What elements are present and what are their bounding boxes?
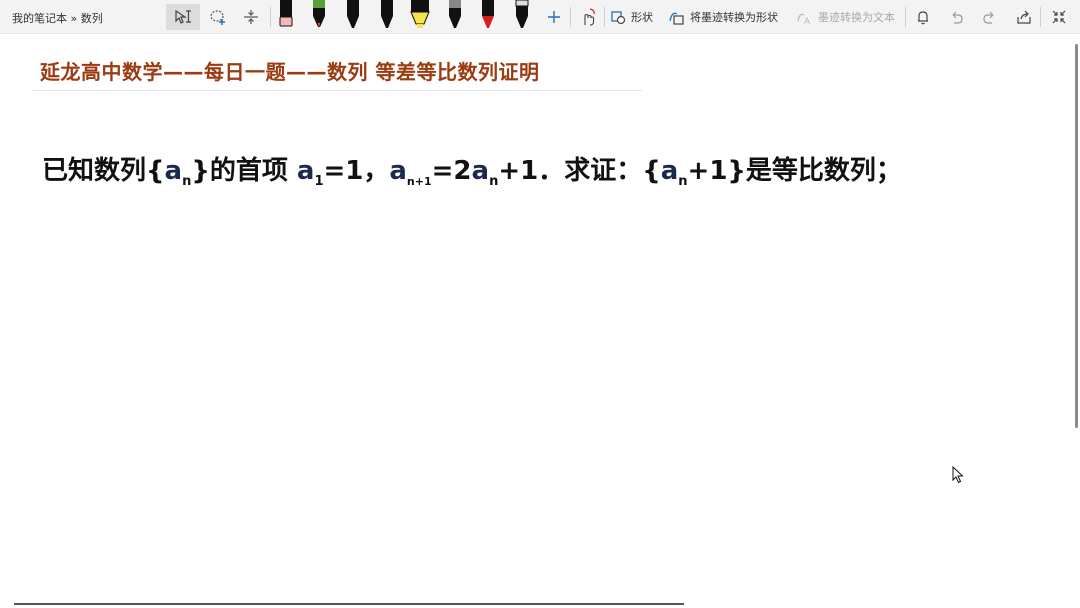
- ribbon-toolbar: 我的笔记本 » 数列 形状 将墨迹转换为形状 A 墨迹转换为文本: [0, 0, 1080, 34]
- add-pen-button[interactable]: [542, 4, 566, 30]
- problem-text: +1}是等比数列；: [687, 156, 902, 186]
- page-bottom-divider: [14, 603, 684, 605]
- touch-draw-button[interactable]: [575, 4, 601, 30]
- problem-text: }的首项: [191, 156, 297, 186]
- problem-text: +1．求证：{: [498, 156, 661, 186]
- pen-icon: [279, 0, 293, 27]
- bell-icon: [918, 11, 928, 25]
- shapes-icon: [611, 11, 626, 25]
- ink-to-text-button[interactable]: A 墨迹转换为文本: [796, 4, 900, 30]
- collapse-fullscreen-button[interactable]: [1046, 4, 1072, 30]
- lasso-icon: [210, 10, 225, 25]
- pen-icon: [347, 0, 359, 28]
- redo-icon: [983, 11, 994, 24]
- exit-fullscreen-icon: [1052, 10, 1066, 24]
- pen-black-2-button[interactable]: [342, 0, 364, 30]
- math-var: a: [296, 156, 315, 186]
- pen-icon: [515, 0, 529, 28]
- undo-button[interactable]: [944, 4, 968, 30]
- toolbar-separator: [270, 7, 271, 27]
- math-var: a: [471, 156, 490, 186]
- hand-touch-icon: [584, 8, 595, 26]
- math-var: a: [389, 156, 407, 186]
- problem-text: =1，: [323, 156, 390, 186]
- mouse-cursor-icon: [952, 465, 964, 488]
- redo-button[interactable]: [978, 4, 1002, 30]
- problem-text: 已知数列{: [42, 156, 165, 186]
- pen-icon: [381, 0, 393, 28]
- svg-text:A: A: [804, 16, 810, 26]
- problem-statement[interactable]: 已知数列{an}的首项 a1=1，an+1=2an+1．求证：{an+1}是等比…: [42, 150, 902, 189]
- vertical-scrollbar[interactable]: [1075, 44, 1078, 428]
- pen-pattern-button[interactable]: [511, 0, 533, 30]
- plus-icon: [548, 11, 560, 23]
- math-var: a: [660, 156, 679, 186]
- toolbar-separator: [1040, 7, 1041, 27]
- ink-to-text-label: 墨迹转换为文本: [818, 11, 895, 24]
- add-space-button[interactable]: [238, 4, 264, 30]
- notifications-button[interactable]: [911, 4, 935, 30]
- toolbar-separator: [604, 7, 605, 27]
- math-var: a: [164, 156, 183, 186]
- math-subscript: n: [678, 174, 688, 190]
- select-text-icon: [175, 9, 191, 24]
- pen-gray-button[interactable]: [444, 0, 466, 30]
- add-space-icon: [244, 10, 258, 24]
- ink-to-shape-label: 将墨迹转换为形状: [690, 11, 778, 24]
- highlighter-icon: [410, 0, 430, 28]
- toolbar-separator: [570, 7, 571, 27]
- ink-to-shape-button[interactable]: 将墨迹转换为形状: [668, 4, 784, 30]
- pen-icon: [482, 0, 494, 28]
- pen-red-button[interactable]: [477, 0, 499, 30]
- shapes-button[interactable]: 形状: [610, 4, 658, 30]
- pen-icon: [313, 0, 325, 28]
- share-icon: [1017, 10, 1031, 24]
- math-subscript: n: [182, 174, 192, 190]
- pen-icon: [449, 0, 461, 28]
- title-divider: [32, 90, 642, 91]
- math-subscript: n: [489, 174, 499, 190]
- ink-to-shape-icon: [669, 12, 684, 25]
- highlighter-yellow-button[interactable]: [408, 0, 432, 30]
- note-title[interactable]: 延龙高中数学——每日一题——数列 等差等比数列证明: [40, 56, 539, 85]
- ink-to-text-icon: A: [797, 13, 810, 26]
- breadcrumb[interactable]: 我的笔记本 » 数列: [12, 10, 103, 26]
- select-text-tool-button[interactable]: [166, 4, 200, 30]
- pen-rainbow-button[interactable]: [308, 0, 330, 30]
- toolbar-separator: [905, 7, 906, 27]
- pen-black-button[interactable]: [275, 0, 297, 30]
- shapes-label: 形状: [631, 11, 653, 24]
- pen-black-3-button[interactable]: [376, 0, 398, 30]
- share-button[interactable]: [1012, 4, 1036, 30]
- lasso-select-button[interactable]: [205, 4, 231, 30]
- undo-icon: [952, 11, 963, 24]
- problem-text: =2: [431, 156, 472, 186]
- math-subscript: n+1: [406, 175, 432, 189]
